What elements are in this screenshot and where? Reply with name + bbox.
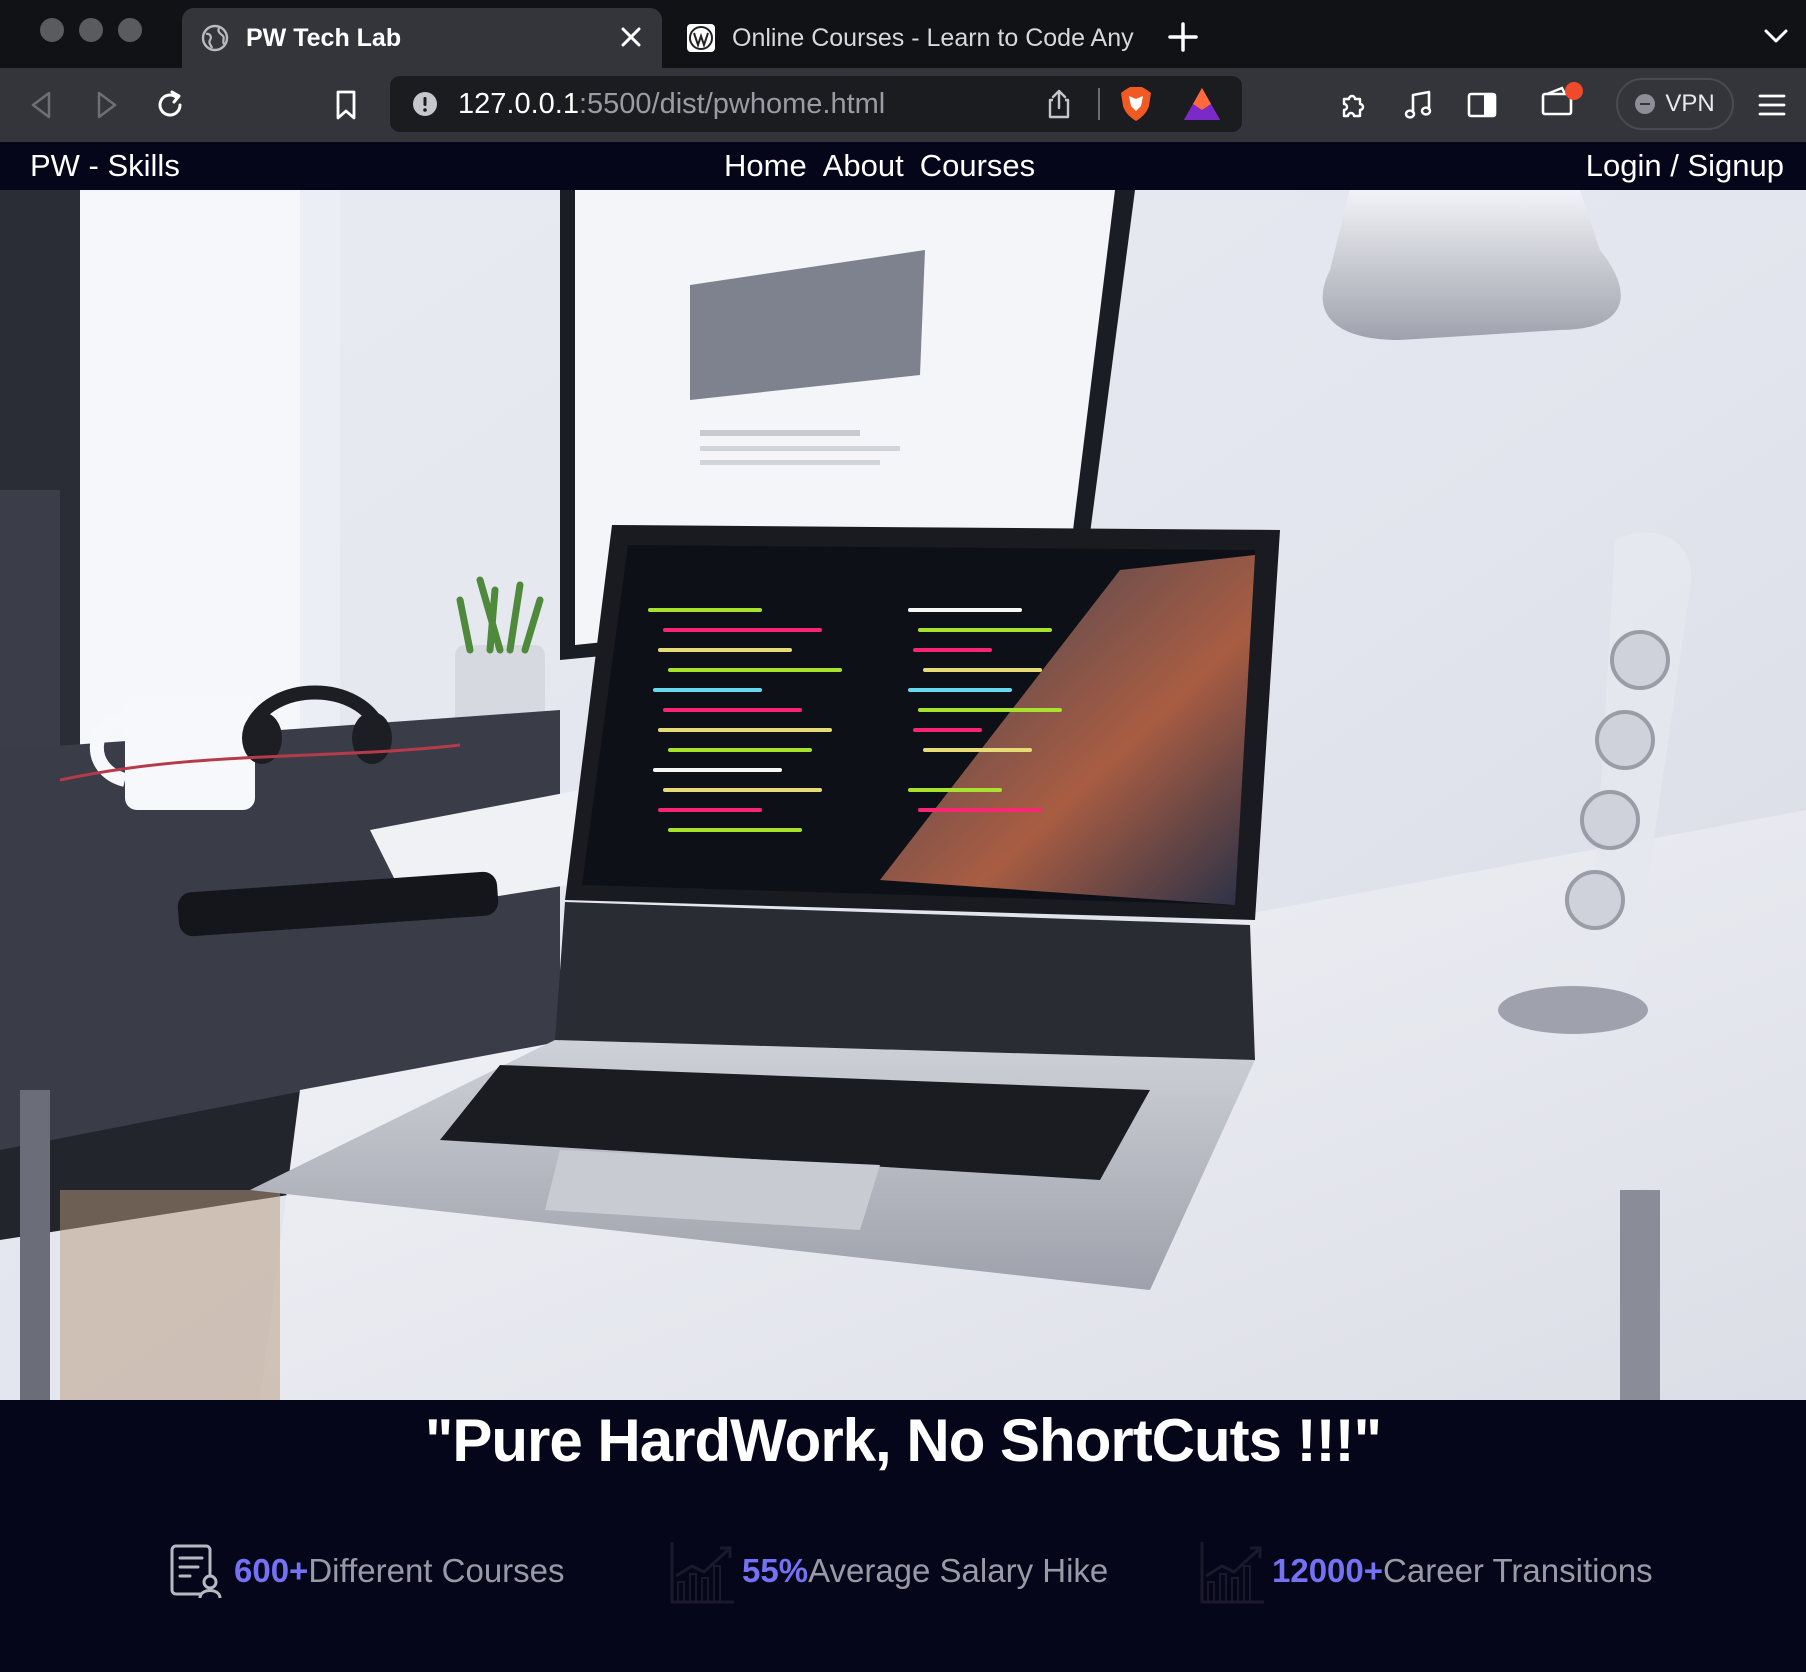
site-navbar: PW - Skills Home About Courses Login / S… (0, 142, 1806, 190)
stat-salary-hike: 55% Average Salary Hike (668, 1536, 1108, 1606)
forward-icon[interactable] (88, 87, 124, 123)
bookmark-icon[interactable] (328, 87, 364, 123)
reload-icon[interactable] (152, 87, 188, 123)
vpn-label: VPN (1665, 90, 1715, 117)
close-tab-icon[interactable] (618, 24, 644, 50)
back-icon[interactable] (24, 87, 60, 123)
browser-titlebar: PW Tech Lab Online Courses - Learn to Co… (0, 0, 1806, 68)
nav-links: Home About Courses (724, 148, 1035, 184)
address-bar[interactable]: 127.0.0.1:5500/dist/pwhome.html (390, 76, 1242, 132)
wordpress-icon (687, 24, 715, 52)
vpn-button[interactable]: VPN (1616, 78, 1734, 130)
site-info-icon[interactable] (412, 91, 438, 117)
globe-icon (201, 24, 229, 52)
desk-laptop-illustration (0, 190, 1806, 1400)
brave-shields-icon[interactable] (1116, 84, 1156, 124)
divider (1098, 88, 1100, 120)
tab-title: PW Tech Lab (246, 23, 402, 52)
browser-toolbar: 127.0.0.1:5500/dist/pwhome.html VPN (0, 68, 1806, 142)
stats-section: "Pure HardWork, No ShortCuts !!!" 600+ D… (0, 1400, 1806, 1672)
stat-value: 12000+ (1272, 1552, 1384, 1589)
tab-pw-tech-lab[interactable]: PW Tech Lab (182, 8, 662, 68)
sidebar-toggle-icon[interactable] (1464, 87, 1500, 123)
brave-rewards-icon[interactable] (1182, 86, 1222, 122)
window-close-dot[interactable] (40, 18, 64, 42)
new-tab-icon[interactable] (1166, 20, 1200, 54)
share-icon[interactable] (1044, 88, 1074, 120)
stat-career-transitions: 12000+ Career Transitions (1198, 1536, 1653, 1606)
vpn-status-icon (1635, 94, 1656, 114)
nav-link-courses[interactable]: Courses (920, 148, 1035, 184)
stat-value: 600+ (234, 1552, 309, 1589)
bar-chart-icon (1200, 1542, 1264, 1604)
tab-online-courses[interactable]: Online Courses - Learn to Code Any (668, 8, 1140, 68)
nav-link-home[interactable]: Home (724, 148, 807, 184)
hero-image (0, 190, 1806, 1400)
stat-label: Career Transitions (1383, 1552, 1653, 1589)
stat-value: 55% (742, 1552, 809, 1589)
stat-label: Average Salary Hike (808, 1552, 1109, 1589)
stat-label: Different Courses (308, 1552, 565, 1589)
wallet-icon[interactable] (1540, 80, 1586, 120)
course-list-icon (170, 1544, 222, 1599)
stat-courses: 600+ Different Courses (168, 1536, 565, 1606)
bar-chart-icon (670, 1542, 734, 1604)
nav-link-about[interactable]: About (823, 148, 904, 184)
window-minimize-dot[interactable] (79, 18, 103, 42)
brand-logo-text[interactable]: PW - Skills (30, 148, 180, 184)
window-zoom-dot[interactable] (118, 18, 142, 42)
tagline: "Pure HardWork, No ShortCuts !!!" (424, 1407, 1382, 1474)
extensions-icon[interactable] (1336, 87, 1372, 123)
url-host: 127.0.0.1 (458, 88, 579, 120)
tab-title: Online Courses - Learn to Code Any (732, 23, 1134, 52)
chevron-down-icon[interactable] (1762, 26, 1790, 46)
music-note-icon[interactable] (1400, 87, 1436, 123)
url-text[interactable]: 127.0.0.1:5500/dist/pwhome.html (458, 88, 885, 121)
url-path: :5500/dist/pwhome.html (578, 88, 886, 120)
login-signup-link[interactable]: Login / Signup (1586, 148, 1784, 184)
hamburger-menu-icon[interactable] (1754, 87, 1790, 123)
